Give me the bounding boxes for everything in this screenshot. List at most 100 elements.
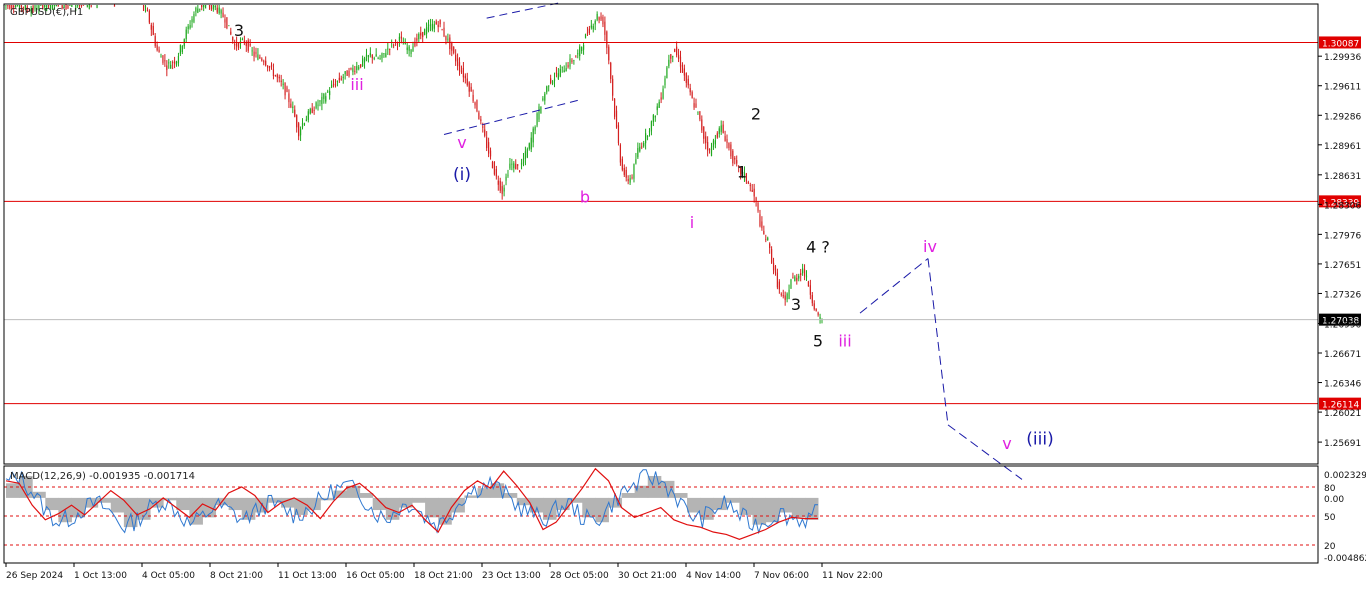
time-axis-label: 11 Nov 22:00 [822, 571, 883, 581]
bear-candle [80, 5, 83, 6]
bull-candle [193, 14, 195, 22]
bull-candle [805, 275, 808, 278]
bull-candle [569, 58, 571, 67]
bull-candle [553, 78, 556, 82]
bull-candle [303, 123, 306, 125]
bear-candle [142, 5, 145, 12]
wave-label: iii [350, 75, 363, 94]
trading-chart[interactable]: 1.30087 1.28339 1.27038 1.26114 1.29936 1.296… [0, 0, 1366, 588]
bull-candle [77, 5, 79, 6]
macd-histogram-bar [412, 497, 426, 503]
macd-axis-label: -0.004862 [1324, 554, 1366, 564]
bear-candle [753, 188, 755, 197]
bear-candle [247, 40, 249, 51]
price-axis-label: 1.28961 [1324, 142, 1361, 152]
bull-candle [544, 93, 546, 101]
bear-candle [813, 303, 815, 310]
price-axis-label: 1.29611 [1324, 83, 1361, 93]
bear-candle [691, 92, 693, 99]
bear-candle [602, 16, 604, 25]
bear-candle [722, 124, 724, 133]
bull-candle [177, 55, 180, 64]
bear-candle [173, 61, 176, 64]
bear-candle [393, 44, 395, 46]
bull-candle [540, 106, 542, 114]
bear-candle [486, 137, 488, 149]
bear-candle [751, 189, 753, 192]
macd-histogram-bar [267, 497, 282, 503]
bull-candle [356, 66, 358, 70]
bear-candle [455, 54, 457, 62]
bear-candle [763, 230, 765, 235]
bear-candle [476, 100, 478, 112]
bear-candle [588, 28, 590, 33]
bear-candle [146, 10, 149, 12]
bear-candle [263, 61, 265, 63]
time-axis-label: 8 Oct 21:00 [210, 571, 263, 581]
bear-candle [249, 44, 251, 46]
bear-candle [631, 177, 633, 179]
bull-candle [524, 151, 527, 160]
bear-candle [230, 31, 232, 35]
bear-candle [466, 78, 468, 86]
bear-candle [332, 83, 335, 85]
wave-label: iv [923, 237, 937, 256]
bear-candle [396, 43, 399, 45]
bear-candle [782, 295, 784, 297]
bear-candle [441, 29, 443, 31]
bear-candle [166, 65, 168, 70]
bear-candle [484, 129, 486, 136]
bull-candle [195, 7, 197, 12]
bear-candle [625, 169, 627, 178]
bull-candle [358, 67, 360, 69]
bull-candle [427, 24, 430, 31]
bull-candle [645, 133, 647, 144]
bull-candle [179, 44, 181, 54]
bear-candle [606, 31, 608, 48]
bear-candle [747, 182, 749, 184]
bull-candle [577, 53, 579, 55]
bear-candle [487, 142, 490, 154]
chart-canvas[interactable]: 1.300871.283391.270381.261141.299361.296… [0, 0, 1366, 588]
bear-candle [7, 5, 9, 7]
bull-candle [563, 70, 565, 73]
bull-candle [433, 24, 435, 29]
bear-candle [575, 56, 577, 58]
price-axis-label: 1.28631 [1324, 172, 1361, 182]
bull-candle [656, 106, 658, 111]
bull-candle [579, 46, 581, 57]
bear-candle [491, 162, 494, 169]
bear-candle [708, 149, 711, 151]
price-axis-label: 1.26346 [1324, 380, 1361, 390]
bull-candle [336, 80, 339, 82]
bull-candle [189, 25, 191, 28]
time-axis-label: 4 Nov 14:00 [686, 571, 741, 581]
bear-candle [699, 111, 701, 120]
bull-candle [69, 5, 71, 6]
bear-candle [458, 62, 461, 71]
bear-candle [150, 24, 152, 30]
bull-candle [381, 53, 383, 59]
bull-candle [321, 96, 323, 105]
bear-candle [272, 69, 275, 76]
bear-candle [517, 164, 519, 166]
bull-candle [528, 143, 530, 149]
bull-candle [257, 54, 259, 60]
bear-candle [259, 56, 261, 59]
bull-candle [522, 158, 525, 163]
bull-candle [643, 143, 645, 147]
bear-candle [687, 78, 689, 86]
macd-axis-label: 0.00 [1324, 495, 1344, 505]
bull-candle [352, 68, 354, 73]
bull-candle [185, 29, 187, 40]
bull-candle [387, 48, 389, 50]
bull-candle [557, 73, 559, 79]
macd-histogram-bar [228, 497, 243, 511]
bull-candle [204, 5, 207, 9]
bear-candle [164, 60, 166, 62]
bull-candle [377, 58, 379, 60]
bear-candle [755, 197, 757, 201]
bear-candle [445, 35, 447, 41]
bull-candle [530, 137, 532, 150]
bear-candle [730, 144, 732, 157]
